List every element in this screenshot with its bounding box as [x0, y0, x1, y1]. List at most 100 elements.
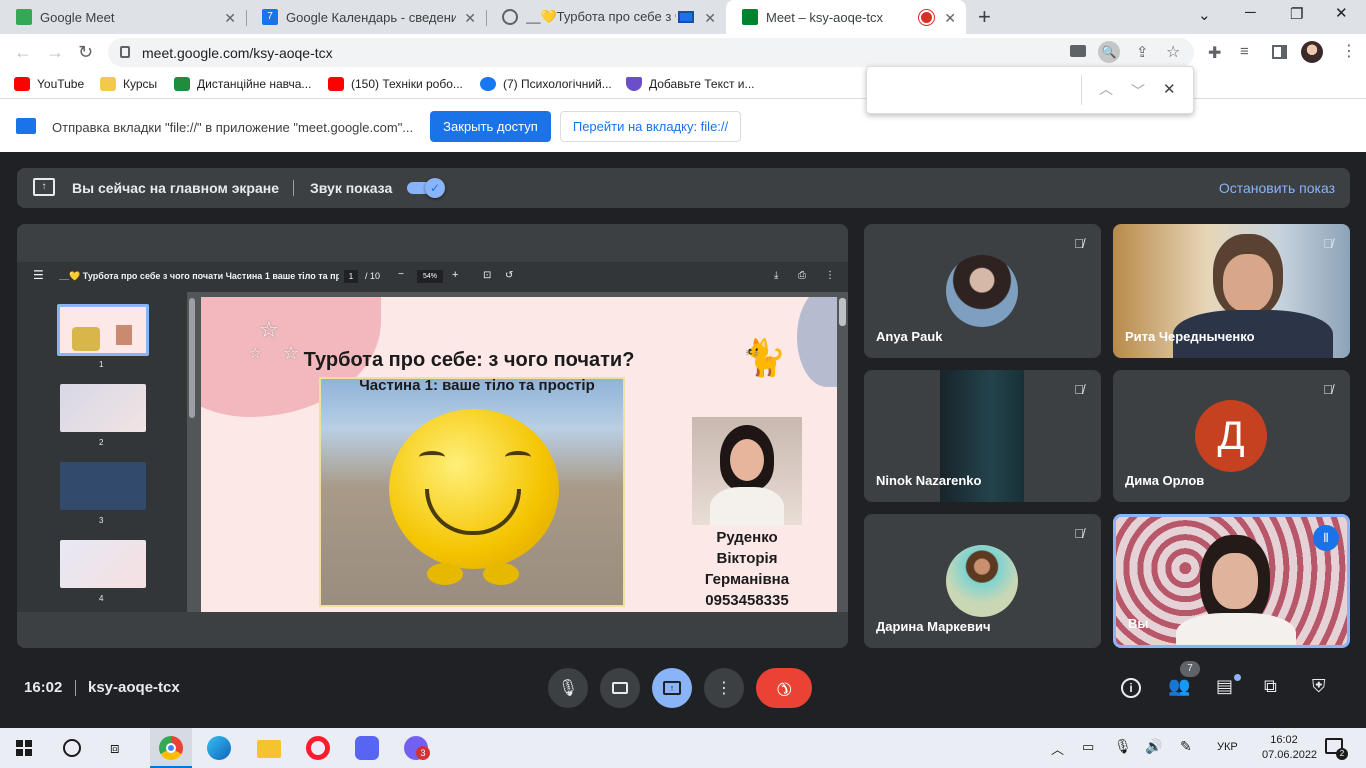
- close-tab-icon[interactable]: ✕: [224, 10, 236, 27]
- opera-icon[interactable]: [306, 736, 330, 760]
- stop-presenting-button[interactable]: Остановить показ: [1219, 180, 1335, 196]
- thumbnail-page[interactable]: [60, 462, 146, 510]
- maximize-icon[interactable]: ❐: [1290, 5, 1303, 23]
- thumbnail-page[interactable]: [57, 304, 149, 356]
- pen-icon[interactable]: ✎: [1180, 738, 1192, 755]
- side-panel-icon[interactable]: [1272, 45, 1287, 59]
- bookmark-courses[interactable]: Курсы: [100, 77, 157, 91]
- windows-start-icon[interactable]: [16, 740, 32, 756]
- chat-icon[interactable]: ▤: [1216, 676, 1233, 697]
- close-tab-icon[interactable]: ✕: [944, 10, 956, 27]
- forward-icon[interactable]: →: [46, 42, 64, 63]
- youtube-icon: [328, 77, 344, 91]
- mic-off-icon: 🎙̸: [1074, 526, 1084, 541]
- author-info: Руденко Вікторія Германівна 0953458335: [704, 529, 790, 609]
- thumbnail-page[interactable]: [60, 540, 146, 588]
- media-icon[interactable]: ≡: [1240, 43, 1249, 60]
- bookmark-youtube[interactable]: YouTube: [14, 77, 84, 91]
- participant-tile-dima[interactable]: 🎙̸ Д Дима Орлов: [1113, 370, 1350, 502]
- pdf-scrollbar[interactable]: [839, 298, 846, 326]
- address-bar[interactable]: meet.google.com/ksy-aoqe-tcx 🔍 ⇪ ☆: [108, 38, 1194, 67]
- bookmark-youtube-techniques[interactable]: (150) Техніки робо...: [328, 77, 463, 91]
- meeting-details-icon[interactable]: i: [1121, 676, 1141, 698]
- share-audio-toggle[interactable]: ✓: [407, 178, 445, 198]
- stop-sharing-button[interactable]: Закрыть доступ: [430, 111, 551, 142]
- microphone-button[interactable]: 🎙: [548, 668, 588, 708]
- show-hidden-icons-icon[interactable]: ︿: [1051, 739, 1064, 758]
- pdf-viewer: 1 2 3 4 ☆ ☆ ☆ Турбота про себе: з чого п…: [17, 292, 848, 612]
- tab-search-icon[interactable]: ⌄: [1198, 6, 1211, 24]
- tab-pdf-file[interactable]: __💛Турбота про себе з чо ✕: [486, 0, 726, 34]
- presenting-banner: ↑ Вы сейчас на главном экране Звук показ…: [17, 168, 1350, 208]
- zoom-in-icon[interactable]: +: [452, 269, 458, 281]
- fit-page-icon[interactable]: ⊡: [483, 270, 491, 281]
- camera-icon[interactable]: [1070, 45, 1086, 57]
- print-icon[interactable]: ⎙: [798, 270, 806, 281]
- download-icon[interactable]: ⤓: [774, 270, 778, 281]
- share-icon[interactable]: ⇪: [1136, 43, 1149, 61]
- thumbnail-page[interactable]: [60, 384, 146, 432]
- star-icon: ☆: [259, 317, 279, 342]
- menu-icon[interactable]: ⋮: [1341, 41, 1357, 61]
- participant-tile-ninok[interactable]: 🎙̸ Ninok Nazarenko: [864, 370, 1101, 502]
- task-view-icon[interactable]: ⧈: [110, 740, 120, 757]
- extensions-icon[interactable]: ✚: [1208, 43, 1221, 63]
- more-icon[interactable]: ⋮: [825, 270, 835, 281]
- screen-share-icon: [16, 118, 36, 134]
- activities-icon[interactable]: ⧉: [1264, 676, 1277, 697]
- language-indicator[interactable]: УКР: [1217, 741, 1238, 753]
- classroom-icon: [174, 77, 190, 91]
- volume-icon[interactable]: 🔊: [1145, 738, 1162, 755]
- clock[interactable]: 16:02 07.06.2022: [1262, 733, 1317, 763]
- file-explorer-icon[interactable]: [257, 740, 281, 758]
- microphone-tray-icon[interactable]: 🎙: [1114, 738, 1132, 755]
- switch-to-tab-button[interactable]: Перейти на вкладку: file://: [560, 111, 741, 142]
- avatar: [946, 255, 1018, 327]
- speaking-indicator-icon: ⦀: [1313, 525, 1339, 551]
- tab-meet-active[interactable]: Meet – ksy-aoqe-tcx ✕: [726, 0, 966, 34]
- participant-tile-darina[interactable]: 🎙̸ Дарина Маркевич: [864, 514, 1101, 648]
- host-controls-icon[interactable]: ⛨: [1312, 676, 1326, 697]
- find-close-icon[interactable]: ✕: [1163, 80, 1176, 98]
- close-tab-icon[interactable]: ✕: [464, 10, 476, 27]
- reload-icon[interactable]: ↻: [78, 42, 93, 63]
- tab-google-meet[interactable]: Google Meet ✕: [0, 0, 246, 34]
- edge-icon[interactable]: [207, 736, 231, 760]
- participant-tile-anya[interactable]: 🎙̸ Anya Pauk: [864, 224, 1101, 358]
- bookmark-facebook[interactable]: (7) Психологічний...: [480, 77, 612, 91]
- search-icon[interactable]: [63, 739, 81, 757]
- zoom-out-icon[interactable]: −: [398, 269, 404, 280]
- meeting-time: 16:02: [24, 679, 63, 696]
- present-button[interactable]: ↑: [652, 668, 692, 708]
- avatar: Д: [1195, 400, 1267, 472]
- close-window-icon[interactable]: ✕: [1335, 4, 1348, 22]
- discord-icon[interactable]: [355, 736, 379, 760]
- chrome-taskbar-button[interactable]: [150, 728, 192, 768]
- new-tab-button[interactable]: +: [978, 4, 991, 30]
- cat-illustration-icon: 🐈: [741, 337, 787, 378]
- profile-avatar[interactable]: [1301, 41, 1323, 63]
- camera-button[interactable]: [600, 668, 640, 708]
- mic-icon: 🎙: [557, 680, 579, 697]
- thumbnails-scrollbar[interactable]: [189, 298, 195, 418]
- back-icon[interactable]: ←: [14, 42, 32, 63]
- close-tab-icon[interactable]: ✕: [704, 10, 716, 27]
- bookmark-add-text[interactable]: Добавьте Текст и...: [626, 77, 755, 91]
- more-options-button[interactable]: ⋮: [704, 668, 744, 708]
- participant-tile-rita[interactable]: 🎙̸ Рита Чередныченко: [1113, 224, 1350, 358]
- battery-icon[interactable]: ▭: [1082, 739, 1094, 755]
- find-input[interactable]: [875, 75, 1075, 105]
- leave-call-button[interactable]: ✆: [756, 668, 812, 708]
- bookmark-star-icon[interactable]: ☆: [1166, 42, 1180, 62]
- pdf-menu-icon[interactable]: ☰: [33, 268, 44, 282]
- find-next-icon[interactable]: ﹀: [1131, 81, 1145, 101]
- windows-taskbar: ⧈ 3 ︿ ▭ 🎙 🔊 ✎ УКР 16:02 07.06.2022 2: [0, 728, 1366, 768]
- bookmark-classroom[interactable]: Дистанційне навча...: [174, 77, 311, 91]
- tab-google-calendar[interactable]: 7 Google Календарь - сведения о ✕: [246, 0, 486, 34]
- people-icon[interactable]: 👥: [1168, 676, 1190, 697]
- participant-tile-self[interactable]: ⦀ Вы: [1113, 514, 1350, 648]
- rotate-icon[interactable]: ↺: [505, 270, 513, 281]
- find-icon[interactable]: 🔍: [1098, 41, 1120, 63]
- minimize-icon[interactable]: ─: [1245, 4, 1256, 21]
- find-previous-icon[interactable]: ︿: [1099, 79, 1113, 99]
